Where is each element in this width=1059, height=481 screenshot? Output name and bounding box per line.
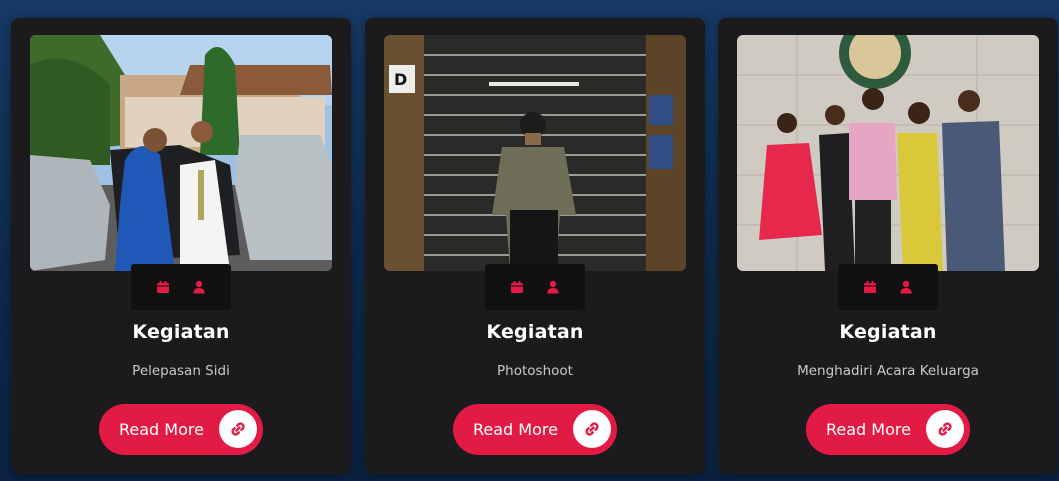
photo-family-group — [737, 35, 1039, 271]
activity-card: D Kegiatan Photoshoot Read More — [365, 18, 705, 474]
calendar-icon[interactable] — [510, 280, 524, 294]
photo-graduation-couple — [30, 35, 332, 271]
link-icon — [926, 410, 964, 448]
card-title: Kegiatan — [839, 321, 937, 343]
user-icon[interactable] — [192, 280, 206, 294]
card-photo[interactable] — [30, 35, 332, 271]
calendar-icon[interactable] — [156, 280, 170, 294]
card-description: Menghadiri Acara Keluarga — [797, 363, 979, 379]
read-more-label: Read More — [826, 420, 911, 439]
card-meta — [838, 264, 938, 310]
activity-card: Kegiatan Pelepasan Sidi Read More — [11, 18, 351, 474]
card-description: Pelepasan Sidi — [132, 363, 230, 379]
read-more-button[interactable]: Read More — [99, 404, 263, 455]
card-meta — [131, 264, 231, 310]
card-photo[interactable]: D — [384, 35, 686, 271]
link-icon — [573, 410, 611, 448]
activity-card: Kegiatan Menghadiri Acara Keluarga Read … — [718, 18, 1058, 474]
photo-person-at-gate: D — [384, 35, 686, 271]
card-title: Kegiatan — [132, 321, 230, 343]
read-more-button[interactable]: Read More — [806, 404, 970, 455]
card-description: Photoshoot — [497, 363, 573, 379]
card-photo[interactable] — [737, 35, 1039, 271]
read-more-label: Read More — [119, 420, 204, 439]
read-more-button[interactable]: Read More — [453, 404, 617, 455]
user-icon[interactable] — [899, 280, 913, 294]
calendar-icon[interactable] — [863, 280, 877, 294]
card-title: Kegiatan — [486, 321, 584, 343]
card-meta — [485, 264, 585, 310]
read-more-label: Read More — [473, 420, 558, 439]
user-icon[interactable] — [546, 280, 560, 294]
svg-text:D: D — [394, 70, 407, 89]
link-icon — [219, 410, 257, 448]
